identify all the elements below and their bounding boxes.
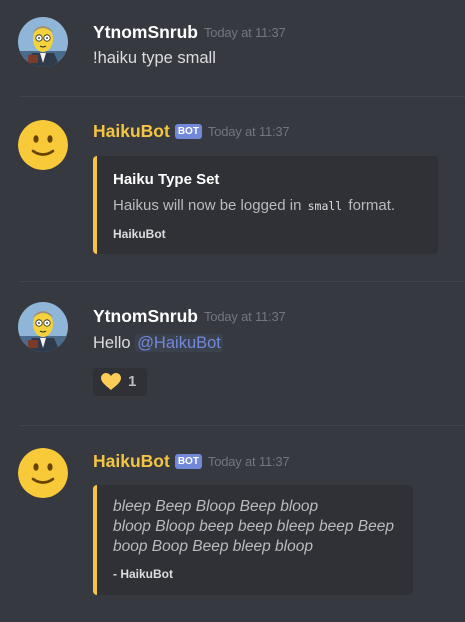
message-header: HaikuBot BOT Today at 11:37: [93, 121, 290, 142]
author-name[interactable]: YtnomSnrub: [93, 306, 198, 326]
message-header: YtnomSnrub Today at 11:37: [93, 306, 286, 327]
message-timestamp: Today at 11:37: [204, 25, 286, 40]
message-timestamp: Today at 11:37: [207, 454, 290, 469]
haiku-line: bleep Beep Bloop Beep bloop: [113, 498, 319, 515]
inline-code: small: [305, 199, 345, 213]
message-text-part: Hello: [93, 334, 136, 352]
embed-title: Haiku Type Set: [113, 171, 220, 188]
message-text: !haiku type small: [93, 49, 216, 67]
slight-smile-emoji-icon[interactable]: [18, 120, 68, 170]
embed-description: Haikus will now be logged in small forma…: [113, 197, 395, 214]
message-group: HaikuBot BOT Today at 11:37 bleep Beep Blo…: [0, 426, 465, 622]
user-mention[interactable]: @HaikuBot: [135, 334, 223, 352]
embed-desc-text: Haikus will now be logged in: [113, 197, 306, 214]
embed: Haiku Type Set Haikus will now be logged…: [93, 156, 438, 254]
message-timestamp: Today at 11:37: [204, 309, 286, 324]
message-group: HaikuBot BOT Today at 11:37 Haiku Type Set…: [0, 97, 465, 281]
embed-footer: - HaikuBot: [113, 567, 173, 581]
reaction-button[interactable]: 1: [93, 368, 147, 396]
slight-smile-emoji-icon[interactable]: [18, 448, 68, 498]
bot-tag: BOT: [174, 454, 202, 469]
user-avatar-icon[interactable]: [18, 302, 68, 352]
embed: bleep Beep Bloop Beep bloop bloop Bloop …: [93, 485, 413, 595]
author-name[interactable]: YtnomSnrub: [93, 22, 198, 42]
yellow-heart-icon: [101, 373, 121, 396]
haiku-line: bloop Bloop beep beep bleep beep Beep: [113, 518, 394, 535]
message-header: HaikuBot BOT Today at 11:37: [93, 451, 290, 472]
message-group: YtnomSnrub Today at 11:37 !haiku type sma…: [0, 0, 465, 96]
embed-footer: HaikuBot: [113, 227, 166, 241]
message-text: Hello @HaikuBot: [93, 334, 223, 353]
author-name[interactable]: HaikuBot: [93, 451, 170, 471]
embed-desc-text: format.: [344, 197, 396, 214]
haiku-line: boop Boop Beep bleep bloop: [113, 538, 313, 555]
reaction-count: 1: [128, 373, 137, 390]
author-name[interactable]: HaikuBot: [93, 121, 170, 141]
user-avatar-icon[interactable]: [18, 17, 68, 67]
message-header: YtnomSnrub Today at 11:37: [93, 22, 286, 43]
chat-messages: YtnomSnrub Today at 11:37 !haiku type sma…: [0, 0, 465, 622]
message-group: YtnomSnrub Today at 11:37 Hello @HaikuBot…: [0, 282, 465, 425]
message-timestamp: Today at 11:37: [207, 124, 290, 139]
bot-tag: BOT: [174, 124, 202, 139]
